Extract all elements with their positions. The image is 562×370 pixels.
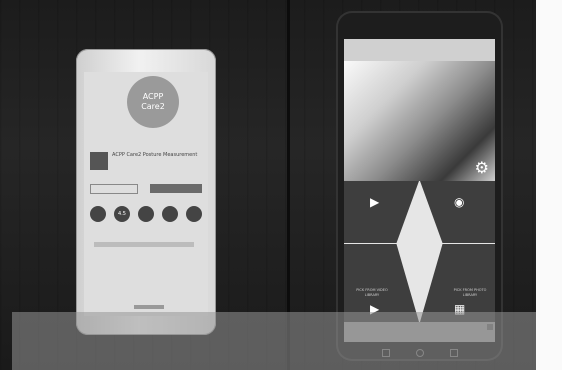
app-bar	[344, 39, 495, 61]
open-button[interactable]	[150, 184, 202, 193]
stat-badge	[186, 206, 202, 222]
stat-badge	[162, 206, 178, 222]
take-video-tile[interactable]: ▶	[344, 181, 419, 243]
stat-badge	[90, 206, 106, 222]
bottom-text	[134, 305, 164, 309]
take-picture-tile[interactable]: ◉	[420, 181, 495, 243]
app-title: ACPP Care2 Posture Measurement	[112, 152, 198, 158]
app-listing: ACPP Care2 Posture Measurement	[90, 152, 206, 174]
stat-rating: 4.5	[114, 206, 130, 222]
hero-image: ⚙	[344, 61, 495, 181]
left-phone: ACPP Care2 ACPP Care2 Posture Measuremen…	[76, 49, 216, 335]
pick-video-library-tile[interactable]: PICK FROM VIDEO LIBRARY ▶	[344, 244, 419, 322]
description-line	[94, 242, 194, 247]
gear-icon[interactable]: ⚙	[475, 158, 489, 177]
left-phone-screen: ACPP Care2 ACPP Care2 Posture Measuremen…	[84, 72, 208, 316]
overlay-strip	[12, 312, 536, 370]
logo-line-2: Care2	[141, 102, 165, 111]
tile-label: PICK FROM VIDEO LIBRARY	[356, 288, 388, 297]
app-logo: ACPP Care2	[127, 76, 179, 128]
right-phone: ⚙ ▶ ◉ PICK FROM VIDEO LIBRARY ▶ PICK FRO…	[336, 11, 503, 361]
page-margin	[536, 0, 562, 370]
pick-photo-library-tile[interactable]: PICK FROM PHOTO LIBRARY ▦	[420, 244, 495, 322]
app-thumbnail	[90, 152, 108, 170]
video-camera-icon: ▶	[370, 195, 380, 209]
logo-line-1: ACPP	[142, 92, 164, 101]
uninstall-button[interactable]	[90, 184, 138, 194]
stat-badge	[138, 206, 154, 222]
tile-label: PICK FROM PHOTO LIBRARY	[453, 288, 487, 297]
camera-icon: ◉	[454, 195, 465, 209]
right-phone-screen: ⚙ ▶ ◉ PICK FROM VIDEO LIBRARY ▶ PICK FRO…	[344, 39, 495, 342]
